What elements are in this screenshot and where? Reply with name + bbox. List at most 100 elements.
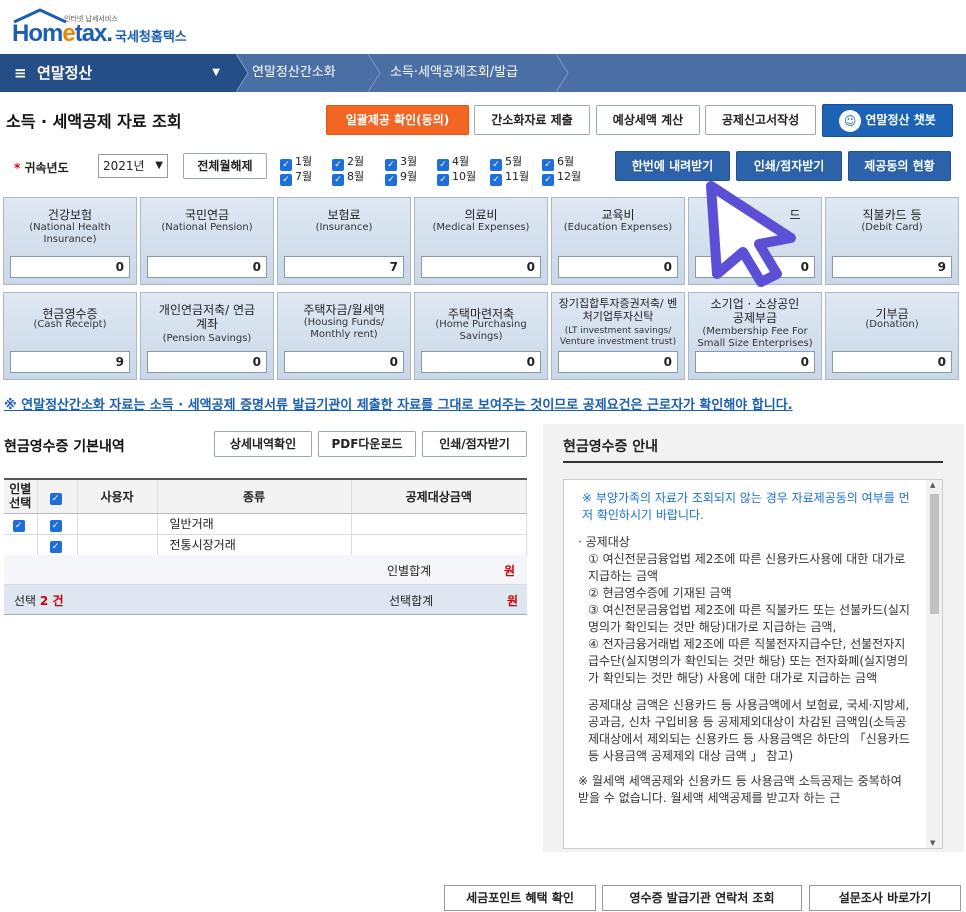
- submit-simplified-button[interactable]: 간소화자료 제출: [474, 105, 590, 135]
- row-per-checkbox[interactable]: ✓: [4, 513, 38, 535]
- month-checkbox-7[interactable]: ✓ 7월: [280, 168, 312, 186]
- card-title: 의료비: [464, 208, 498, 222]
- chatbot-button[interactable]: ☺ 연말정산 챗봇: [822, 104, 953, 137]
- card-value: 0: [284, 351, 404, 373]
- guide-title: 현금영수증 안내: [563, 439, 659, 455]
- card-value: 9: [10, 351, 130, 373]
- card-title: 보험료: [327, 208, 361, 222]
- card-donation[interactable]: 기부금 (Donation) 0: [825, 292, 959, 380]
- card-home-savings[interactable]: 주택마련저축 (Home Purchasing Savings) 0: [414, 292, 548, 380]
- card-national-pension[interactable]: 국민연금 (National Pension) 0: [140, 197, 274, 285]
- row-user: [77, 534, 158, 556]
- checkbox-checked-icon: ✓: [332, 174, 344, 186]
- guide-item-3: ③ 여신전문금융업법 제2조에 따른 직불카드 또는 선불카드(실지명의가 확인…: [588, 603, 910, 634]
- month-checkbox-10[interactable]: ✓ 10월: [437, 168, 476, 186]
- filter-row: * 귀속년도 2021년 ▼ 전체월해제 ✓ 1월 ✓ 2월 ✓ 3월 ✓ 4월 ✓ 5월…: [0, 145, 966, 186]
- card-subtitle: (Education Expenses): [563, 222, 673, 233]
- toggle-all-months-button[interactable]: 전체월해제: [183, 153, 267, 179]
- year-select[interactable]: 2021년 ▼: [98, 154, 168, 178]
- col-user: 사용자: [77, 478, 158, 514]
- card-value: 0: [147, 351, 267, 373]
- hamburger-icon: ≡: [14, 64, 27, 82]
- card-title: 장기집합투자증권저축/ 벤처기업투자신탁: [558, 297, 678, 323]
- guide-paragraph-3: ※ 월세액 세액공제와 신용카드 등 사용금액 소득공제는 중복하여 받을 수 …: [578, 774, 902, 805]
- card-medical[interactable]: 의료비 (Medical Expenses) 0: [414, 197, 548, 285]
- scroll-up-icon[interactable]: ▲: [930, 481, 935, 489]
- row-checkbox[interactable]: ✓: [37, 534, 78, 556]
- page-title: 소득 · 세액공제 자료 조회: [6, 112, 182, 131]
- nav-menu-dropdown[interactable]: ≡ 연말정산 ▼: [0, 54, 236, 92]
- estimate-tax-button[interactable]: 예상세액 계산: [596, 105, 700, 135]
- card-value: 0: [695, 351, 815, 373]
- breadcrumb-separator-icon: [556, 54, 569, 92]
- col-select-all[interactable]: ✓: [37, 478, 78, 514]
- card-small-enterprise[interactable]: 소기업 · 소상공인 공제부금 (Membership Fee For Smal…: [688, 292, 822, 380]
- receipt-print-button[interactable]: 인쇄/점자받기: [422, 431, 527, 457]
- download-all-button[interactable]: 한번에 내려받기: [615, 151, 730, 181]
- card-value: 0: [558, 351, 678, 373]
- breadcrumb-link-deduction[interactable]: 소득·세액공제조회/발급: [390, 54, 518, 92]
- card-title: 주택자금/월세액: [303, 303, 385, 317]
- row-per-checkbox-empty: [4, 534, 38, 556]
- table-header-row: 인별 선택 ✓ 사용자 종류 공제대상금액: [4, 478, 527, 514]
- print-braille-button[interactable]: 인쇄/점자받기: [736, 151, 842, 181]
- consent-button[interactable]: 일괄제공 확인(동의): [326, 105, 469, 135]
- col-per-select: 인별 선택: [4, 478, 38, 514]
- chevron-down-icon: ▼: [212, 67, 220, 78]
- card-cash-receipt[interactable]: 현금영수증 (Cash Receipt) 9: [3, 292, 137, 380]
- detail-view-button[interactable]: 상세내역확인: [214, 431, 312, 457]
- breadcrumb-link-simplified[interactable]: 연말정산간소화: [252, 54, 336, 92]
- guide-heading: · 공제대상: [578, 535, 630, 549]
- guide-scroll-box[interactable]: ※ 부양가족의 자료가 조회되지 않는 경우 자료제공동의 여부를 먼저 확인하…: [563, 479, 943, 849]
- table-row: ✓ 전통시장거래: [4, 534, 527, 556]
- card-education[interactable]: 교육비 (Education Expenses) 0: [551, 197, 685, 285]
- card-value: 7: [284, 256, 404, 278]
- card-title: 국민연금: [184, 208, 230, 222]
- checkbox-checked-icon: ✓: [437, 174, 449, 186]
- scrollbar-thumb[interactable]: [930, 494, 939, 614]
- guide-item-1: ① 여신전문금융업법 제2조에 따른 신용카드사용에 대한 대가로 지급하는 금…: [588, 552, 906, 583]
- notice-link[interactable]: ※ 연말정산간소화 자료는 소득 · 세액공제 증명서류 발급기관이 제출한 자…: [4, 394, 793, 413]
- logo-korean: 국세청홈택스: [115, 30, 187, 45]
- checkbox-checked-icon: ✓: [49, 492, 62, 505]
- card-title: 건강보험: [47, 208, 93, 222]
- pdf-download-button[interactable]: PDF다운로드: [318, 431, 416, 457]
- card-value: 0: [421, 256, 541, 278]
- checkbox-checked-icon: ✓: [49, 520, 62, 532]
- card-insurance[interactable]: 보험료 (Insurance) 7: [277, 197, 411, 285]
- scrollbar[interactable]: ▲ ▼: [926, 480, 942, 848]
- scroll-down-icon[interactable]: ▼: [930, 839, 935, 847]
- card-health-insurance[interactable]: 건강보험 (National Health Insurance) 0: [3, 197, 137, 285]
- consent-status-button[interactable]: 제공동의 현황: [848, 151, 951, 181]
- hometax-logo[interactable]: 인터넷 납세서비스 Hometax. 국세청홈택스: [12, 8, 212, 48]
- month-checkbox-11[interactable]: ✓ 11월: [490, 168, 529, 186]
- survey-button[interactable]: 설문조사 바로가기: [809, 885, 961, 911]
- deduction-form-button[interactable]: 공제신고서작성: [705, 105, 816, 135]
- card-value: 0: [10, 256, 130, 278]
- month-checkbox-8[interactable]: ✓ 8월: [332, 168, 364, 186]
- card-subtitle: (Pension Savings): [162, 333, 252, 344]
- card-title: 직불카드 등: [862, 208, 922, 222]
- month-checkbox-9[interactable]: ✓ 9월: [385, 168, 417, 186]
- card-pension-savings[interactable]: 개인연금저축/ 연금계좌 (Pension Savings) 0: [140, 292, 274, 380]
- tax-point-button[interactable]: 세금포인트 혜택 확인: [444, 885, 596, 911]
- col-amount: 공제대상금액: [351, 478, 527, 514]
- month-checkbox-12[interactable]: ✓ 12월: [542, 168, 581, 186]
- card-subtitle: (Cash Receipt): [33, 319, 107, 330]
- card-value: 0: [558, 256, 678, 278]
- card-title: 개인연금저축/ 연금계좌: [158, 303, 256, 331]
- receipt-table: 인별 선택 ✓ 사용자 종류 공제대상금액 ✓ ✓ 일반거래 ✓ 전통시장거래: [4, 478, 527, 556]
- guide-text: ※ 부양가족의 자료가 조회되지 않는 경우 자료제공동의 여부를 먼저 확인하…: [578, 490, 912, 807]
- row-checkbox[interactable]: ✓: [37, 513, 78, 535]
- card-title: 교육비: [601, 208, 635, 222]
- top-navbar: ≡ 연말정산 ▼ 연말정산간소화 소득·세액공제조회/발급: [0, 54, 966, 92]
- chevron-down-icon: ▼: [155, 160, 163, 171]
- card-debit-card[interactable]: 직불카드 등 (Debit Card) 9: [825, 197, 959, 285]
- issuer-contact-button[interactable]: 영수증 발급기관 연락처 조회: [602, 885, 802, 911]
- card-value: 0: [147, 256, 267, 278]
- logo-brand: Hometax.: [12, 20, 113, 47]
- card-lt-investment[interactable]: 장기집합투자증권저축/ 벤처기업투자신탁 (LT investment savi…: [551, 292, 685, 380]
- card-housing-funds[interactable]: 주택자금/월세액 (Housing Funds/ Monthly rent) 0: [277, 292, 411, 380]
- row-amount: [351, 534, 527, 556]
- selected-sum-label: 선택합계: [389, 594, 434, 608]
